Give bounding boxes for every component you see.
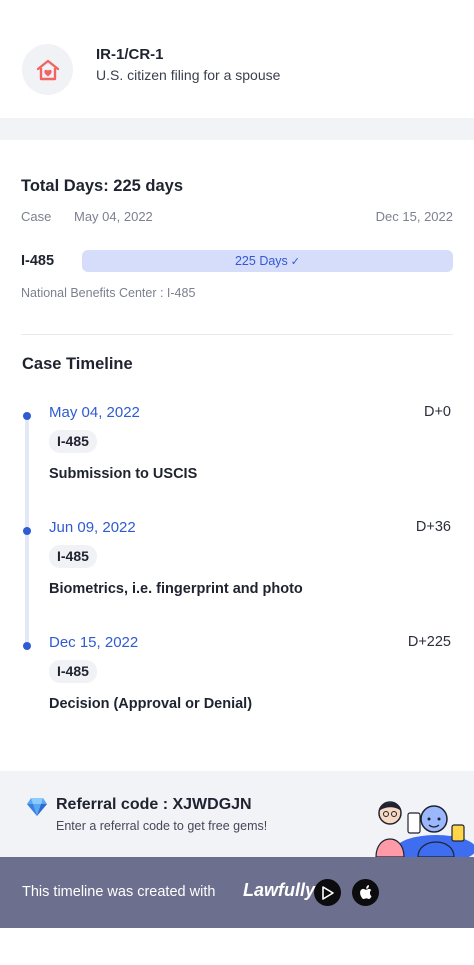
- timeline-event: May 04, 2022 D+0 I-485 Submission to USC…: [0, 404, 474, 514]
- people-illustration-icon: [375, 801, 474, 857]
- check-icon: ✓: [290, 255, 301, 268]
- referral-banner[interactable]: Referral code : XJWDGJN Enter a referral…: [0, 771, 474, 857]
- app-promo-footer: This timeline was created with Lawfully: [0, 857, 474, 928]
- timeline-title: Case Timeline: [22, 355, 133, 373]
- form-label: I-485: [21, 253, 55, 269]
- page-bottom: [0, 928, 474, 965]
- brand-logo[interactable]: Lawfully: [243, 880, 315, 901]
- event-form-tag: I-485: [49, 545, 97, 568]
- event-description: Decision (Approval or Denial): [49, 696, 253, 712]
- divider: [21, 334, 453, 335]
- event-date: Jun 09, 2022: [49, 519, 136, 536]
- duration-bar: 225 Days ✓: [82, 250, 453, 272]
- event-description: Biometrics, i.e. fingerprint and photo: [49, 581, 303, 597]
- timeline-dot: [23, 527, 31, 535]
- event-day-offset: D+225: [407, 634, 451, 650]
- event-day-offset: D+36: [415, 519, 451, 535]
- total-days: Total Days: 225 days: [21, 177, 184, 195]
- form-duration-row: I-485 225 Days ✓: [21, 250, 453, 272]
- visa-type-description: U.S. citizen filing for a spouse: [96, 67, 281, 83]
- google-play-icon: [322, 885, 334, 900]
- processing-center: National Benefits Center : I-485: [21, 286, 196, 300]
- case-end-date: Dec 15, 2022: [375, 209, 453, 224]
- home-badge: [22, 44, 73, 95]
- footer-text: This timeline was created with: [22, 884, 216, 900]
- gem-icon: [27, 798, 47, 816]
- event-date: Dec 15, 2022: [49, 634, 139, 651]
- event-form-tag: I-485: [49, 430, 97, 453]
- event-form-tag: I-485: [49, 660, 97, 683]
- event-date: May 04, 2022: [49, 404, 140, 421]
- event-description: Submission to USCIS: [49, 466, 198, 482]
- case-date-range: Case May 04, 2022 Dec 15, 2022: [21, 209, 453, 225]
- referral-code: Referral code : XJWDGJN: [56, 796, 252, 813]
- timeline-event: Jun 09, 2022 D+36 I-485 Biometrics, i.e.…: [0, 519, 474, 629]
- google-play-button[interactable]: [314, 879, 341, 906]
- referral-hint: Enter a referral code to get free gems!: [56, 819, 268, 833]
- home-heart-icon: [36, 59, 59, 80]
- app-store-button[interactable]: [352, 879, 379, 906]
- event-day-offset: D+0: [423, 404, 451, 420]
- duration-label: 225 Days: [234, 254, 288, 268]
- timeline-event: Dec 15, 2022 D+225 I-485 Decision (Appro…: [0, 634, 474, 744]
- visa-type-title: IR-1/CR-1: [96, 46, 164, 63]
- case-start-date: May 04, 2022: [74, 209, 153, 224]
- section-separator: [0, 118, 474, 140]
- timeline-dot: [23, 412, 31, 420]
- timeline-dot: [23, 642, 31, 650]
- visa-header: IR-1/CR-1 U.S. citizen filing for a spou…: [0, 0, 474, 118]
- case-label: Case: [21, 209, 52, 224]
- apple-icon: [359, 884, 371, 899]
